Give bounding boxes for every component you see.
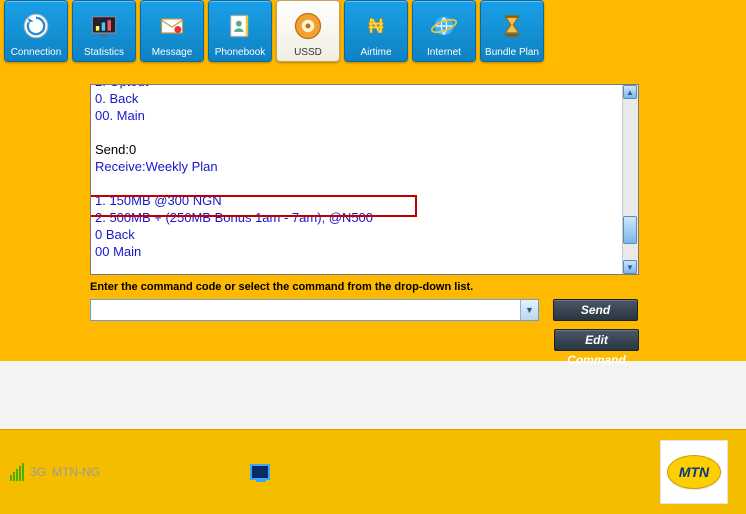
instruction-text: Enter the command code or select the com… — [90, 275, 639, 299]
naira-icon: ₦ — [362, 5, 390, 47]
send-button[interactable]: Send — [553, 299, 638, 321]
tab-label: USSD — [294, 47, 322, 58]
tab-internet[interactable]: Internet — [412, 0, 476, 62]
command-input[interactable] — [91, 300, 520, 320]
phonebook-icon — [226, 5, 254, 47]
mtn-logo: MTN — [660, 440, 728, 504]
envelope-icon — [158, 5, 186, 47]
signal-bars-icon — [10, 463, 24, 481]
tab-airtime[interactable]: ₦ Airtime — [344, 0, 408, 62]
tab-label: Internet — [427, 47, 461, 58]
edit-command-button[interactable]: Edit Command — [554, 329, 639, 351]
tab-phonebook[interactable]: Phonebook — [208, 0, 272, 62]
ie-icon — [430, 5, 458, 47]
scroll-down-button[interactable]: ▼ — [623, 260, 637, 274]
command-combobox[interactable]: ▼ — [90, 299, 539, 321]
tab-connection[interactable]: Connection — [4, 0, 68, 62]
chevron-down-icon[interactable]: ▼ — [520, 300, 538, 320]
disc-icon — [293, 5, 323, 47]
main-toolbar: Connection Statistics Message Phonebook … — [0, 0, 746, 64]
tab-message[interactable]: Message — [140, 0, 204, 62]
hourglass-icon — [498, 5, 526, 47]
tab-label: Connection — [11, 47, 62, 58]
tab-bundle-plan[interactable]: Bundle Plan — [480, 0, 544, 62]
network-mode: 3G — [30, 465, 46, 479]
tab-label: Statistics — [84, 47, 124, 58]
tab-label: Bundle Plan — [485, 47, 539, 58]
tab-ussd[interactable]: USSD — [276, 0, 340, 62]
ussd-panel: 2. Optout 0. Back 00. Main Send:0 Receiv… — [0, 64, 746, 361]
tab-statistics[interactable]: Statistics — [72, 0, 136, 62]
status-bar: 3G MTN-NG MTN — [0, 429, 746, 514]
scroll-up-button[interactable]: ▲ — [623, 85, 637, 99]
svg-text:₦: ₦ — [368, 15, 383, 38]
refresh-icon — [22, 5, 50, 47]
tab-label: Airtime — [360, 47, 391, 58]
ussd-output[interactable]: 2. Optout 0. Back 00. Main Send:0 Receiv… — [90, 84, 639, 275]
scroll-thumb[interactable] — [623, 216, 637, 244]
monitor-icon — [250, 464, 270, 480]
carrier-name: MTN-NG — [52, 465, 100, 479]
tab-label: Message — [152, 47, 193, 58]
tab-label: Phonebook — [215, 47, 266, 58]
chart-icon — [90, 5, 118, 47]
scrollbar-vertical[interactable]: ▲ ▼ — [622, 85, 638, 274]
